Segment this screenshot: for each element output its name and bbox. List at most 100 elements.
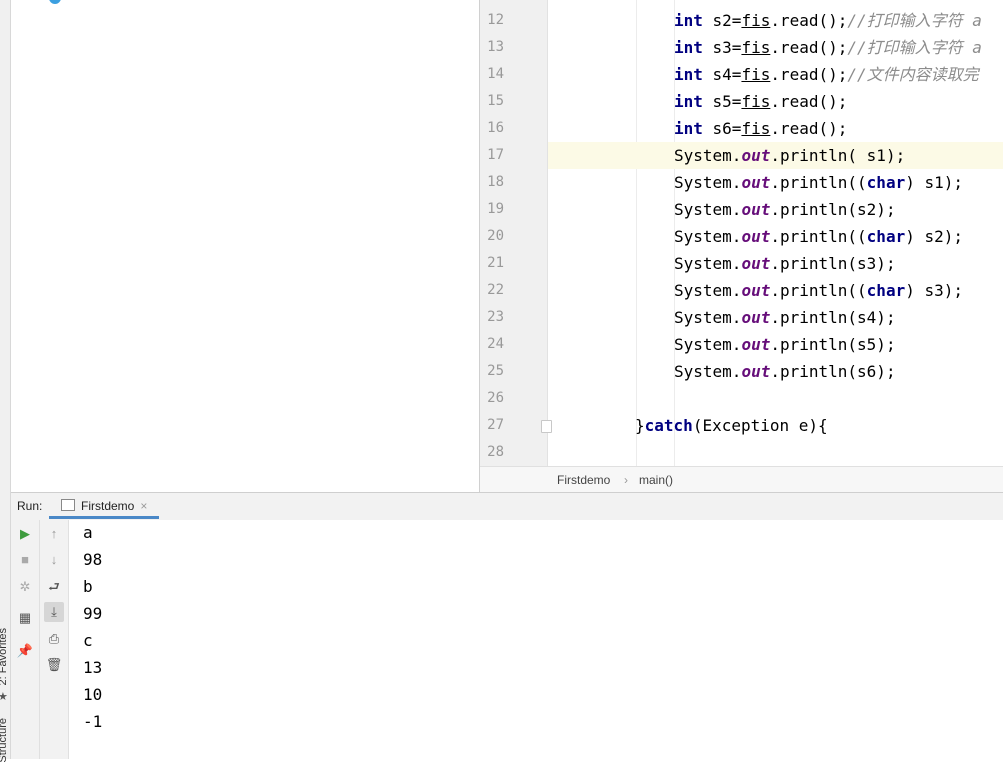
close-icon[interactable]: × [140, 499, 147, 513]
code-line[interactable]: 14 int s4=fis.read();//文件内容读取完 [480, 61, 1003, 88]
code-line[interactable]: 16 int s6=fis.read(); [480, 115, 1003, 142]
code-token: .read(); [770, 92, 848, 111]
code-line[interactable]: 27}catch(Exception e){ [480, 412, 1003, 439]
line-number: 17 [487, 147, 504, 163]
console-line: -1 [83, 712, 103, 731]
code-line[interactable]: 12 int s2=fis.read();//打印输入字符 a [480, 7, 1003, 34]
code-line[interactable]: 18 System.out.println((char) s1); [480, 169, 1003, 196]
run-toolbar-left: ▶ ■ ✲ ▦ 📌 [11, 520, 40, 759]
code-token: .println(s3); [770, 254, 896, 273]
code-token: System. [674, 281, 742, 300]
code-line[interactable]: 26 [480, 385, 1003, 412]
code-token: char [866, 281, 906, 300]
breadcrumb-class[interactable]: Firstdemo [557, 467, 610, 493]
line-number: 26 [487, 390, 504, 406]
code-token: out [741, 173, 771, 192]
code-token: .read(); [770, 65, 848, 84]
code-token: out [741, 254, 771, 273]
code-token: System. [674, 254, 742, 273]
application-icon [61, 499, 75, 511]
code-token: fis [741, 38, 771, 57]
code-token: out [741, 227, 771, 246]
code-token: s5= [702, 92, 742, 111]
code-token: out [741, 362, 771, 381]
code-text: System.out.println(s5); [674, 331, 896, 358]
code-token: out [741, 146, 771, 165]
console-line: a [83, 523, 93, 542]
code-token: s6= [702, 119, 742, 138]
code-line[interactable]: 25 System.out.println(s6); [480, 358, 1003, 385]
code-token: out [741, 200, 771, 219]
line-number: 14 [487, 66, 504, 82]
code-text: System.out.println(s6); [674, 358, 896, 385]
code-token: .read(); [770, 38, 848, 57]
run-panel-header: Run: Firstdemo × [11, 492, 1003, 521]
code-line[interactable]: 21 System.out.println(s3); [480, 250, 1003, 277]
code-text: System.out.println(s2); [674, 196, 896, 223]
star-icon: ★ [0, 691, 8, 703]
up-arrow-icon[interactable]: ↑ [44, 524, 64, 544]
code-token: .println(s5); [770, 335, 896, 354]
soft-wrap-icon[interactable]: ⮐ [44, 577, 64, 597]
code-editor[interactable]: 12 int s2=fis.read();//打印输入字符 a 13 int s3=f… [480, 0, 1003, 493]
code-token: int [674, 38, 703, 57]
code-token: s4= [702, 65, 742, 84]
code-line[interactable]: 22 System.out.println((char) s3); [480, 277, 1003, 304]
project-pane [11, 0, 480, 492]
favorites-tool-button[interactable]: 2: Favorites [0, 628, 11, 685]
console-output[interactable]: a 98 b 99 c 13 10 -1 [69, 520, 1003, 759]
code-line[interactable]: 19 System.out.println(s2); [480, 196, 1003, 223]
line-number: 16 [487, 120, 504, 136]
code-text: System.out.println(s3); [674, 250, 896, 277]
trash-icon[interactable]: 🗑 [44, 655, 64, 675]
code-token: System. [674, 362, 742, 381]
scroll-to-end-icon[interactable]: ⤓ [44, 602, 64, 622]
breadcrumb-method[interactable]: main() [639, 467, 673, 493]
code-text: int s3=fis.read();//打印输入字符 a [674, 34, 982, 61]
code-token: s2= [702, 11, 742, 30]
down-arrow-icon[interactable]: ↓ [44, 550, 64, 570]
code-line[interactable]: 17 System.out.println( s1); [480, 142, 1003, 169]
code-token: } [635, 416, 645, 435]
structure-tool-button[interactable]: Structure [0, 718, 11, 763]
code-line[interactable]: 28 [480, 439, 1003, 466]
code-line[interactable]: 20 System.out.println((char) s2); [480, 223, 1003, 250]
code-token: .println(s2); [770, 200, 896, 219]
line-number: 18 [487, 174, 504, 190]
stop-icon[interactable]: ■ [15, 550, 35, 570]
code-token: .read(); [770, 11, 848, 30]
line-background [548, 385, 1003, 412]
console-line: c [83, 631, 93, 650]
code-token: s3= [702, 38, 742, 57]
code-line[interactable]: 23 System.out.println(s4); [480, 304, 1003, 331]
line-number: 19 [487, 201, 504, 217]
code-line[interactable]: 13 int s3=fis.read();//打印输入字符 a [480, 34, 1003, 61]
line-number: 12 [487, 12, 504, 28]
code-line[interactable]: 15 int s5=fis.read(); [480, 88, 1003, 115]
line-number: 28 [487, 444, 504, 460]
code-text: int s2=fis.read();//打印输入字符 a [674, 7, 982, 34]
line-number: 24 [487, 336, 504, 352]
code-token: int [674, 92, 703, 111]
line-background [548, 439, 1003, 466]
code-text: System.out.println(s4); [674, 304, 896, 331]
pin-icon[interactable]: 📌 [15, 641, 35, 661]
run-toolbar-right: ↑ ↓ ⮐ ⤓ ⎙ 🗑 [40, 520, 69, 759]
code-token: System. [674, 200, 742, 219]
line-number: 21 [487, 255, 504, 271]
code-token: fis [741, 92, 771, 111]
code-token: int [674, 11, 703, 30]
code-token: System. [674, 146, 742, 165]
debug-settings-icon[interactable]: ✲ [15, 577, 35, 597]
code-token: ) s3); [905, 281, 963, 300]
code-token: char [866, 227, 906, 246]
print-icon[interactable]: ⎙ [44, 629, 64, 649]
fold-marker-icon[interactable] [541, 420, 552, 433]
rerun-icon[interactable]: ▶ [15, 524, 35, 544]
code-line[interactable]: 24 System.out.println(s5); [480, 331, 1003, 358]
code-token: int [674, 65, 703, 84]
run-tab-firstdemo[interactable]: Firstdemo × [49, 493, 160, 519]
layout-icon[interactable]: ▦ [15, 608, 35, 628]
code-token: catch [644, 416, 693, 435]
code-token: (Exception e){ [692, 416, 828, 435]
